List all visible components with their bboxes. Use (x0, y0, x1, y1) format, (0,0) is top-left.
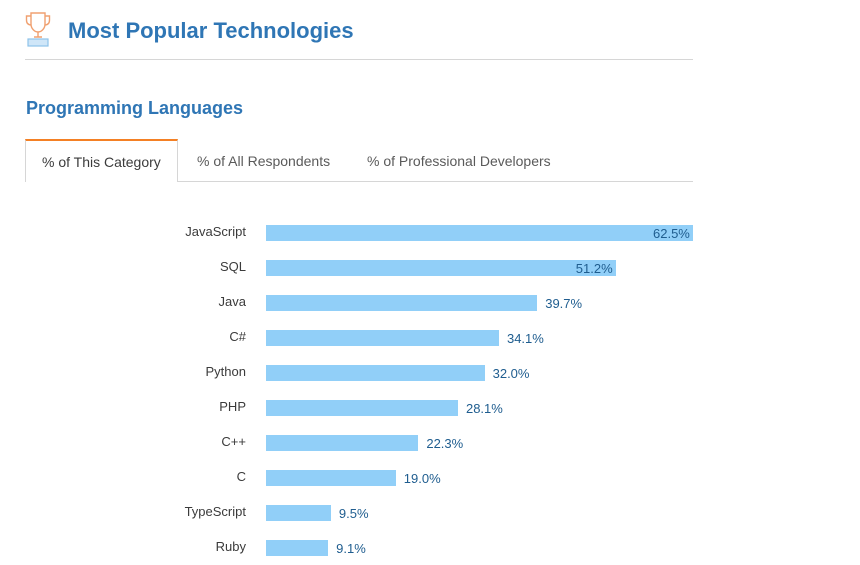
page-header: Most Popular Technologies (25, 12, 693, 60)
value-label: 34.1% (506, 331, 544, 346)
tab-this-category[interactable]: % of This Category (25, 139, 178, 182)
bar-row: Ruby 9.1% (0, 530, 860, 565)
category-label: PHP (219, 399, 246, 414)
bar-row: C# 34.1% (0, 320, 860, 355)
bar-row: PHP 28.1% (0, 390, 860, 425)
bar (266, 330, 499, 346)
bar (266, 260, 616, 276)
category-label: TypeScript (184, 504, 246, 519)
bar (266, 470, 396, 486)
category-label: Java (218, 294, 246, 309)
category-label: C++ (221, 434, 246, 449)
bar-chart: JavaScript 62.5% SQL 51.2% Java 39.7% C# 34.1% P… (0, 215, 860, 564)
category-label: Python (205, 364, 246, 379)
bar (266, 225, 693, 241)
category-label: Ruby (215, 539, 246, 554)
bar-row: C 19.0% (0, 460, 860, 495)
page-title: Most Popular Technologies (68, 18, 354, 43)
bar-row: TypeScript 9.5% (0, 495, 860, 530)
category-label: C# (229, 329, 246, 344)
category-label: SQL (219, 259, 246, 274)
bar (266, 365, 485, 381)
bar-row: C++ 22.3% (0, 425, 860, 460)
tab-all-respondents[interactable]: % of All Respondents (197, 139, 330, 181)
value-label: 62.5% (653, 226, 690, 241)
bar (266, 505, 331, 521)
value-label: 19.0% (403, 471, 441, 486)
value-label: 22.3% (426, 436, 464, 451)
category-label: JavaScript (185, 224, 246, 239)
tab-professional-developers[interactable]: % of Professional Developers (367, 139, 551, 181)
bar (266, 540, 329, 556)
bar-row: JavaScript 62.5% (0, 215, 860, 250)
bar (266, 295, 538, 311)
trophy-icon (25, 12, 51, 47)
value-label: 9.5% (338, 506, 369, 521)
bar (266, 400, 458, 416)
bar (266, 435, 419, 451)
bar-row: Python 32.0% (0, 355, 860, 390)
value-label: 9.1% (336, 541, 366, 556)
value-label: 32.0% (492, 366, 530, 381)
tab-bar: % of This Category % of All Respondents … (25, 139, 693, 182)
bar-row: SQL 51.2% (0, 250, 860, 285)
bar-row: Java 39.7% (0, 285, 860, 320)
category-label: C (236, 469, 246, 484)
value-label: 51.2% (575, 261, 613, 276)
section-title: Programming Languages (26, 98, 244, 118)
value-label: 39.7% (545, 296, 583, 311)
value-label: 28.1% (465, 401, 503, 416)
